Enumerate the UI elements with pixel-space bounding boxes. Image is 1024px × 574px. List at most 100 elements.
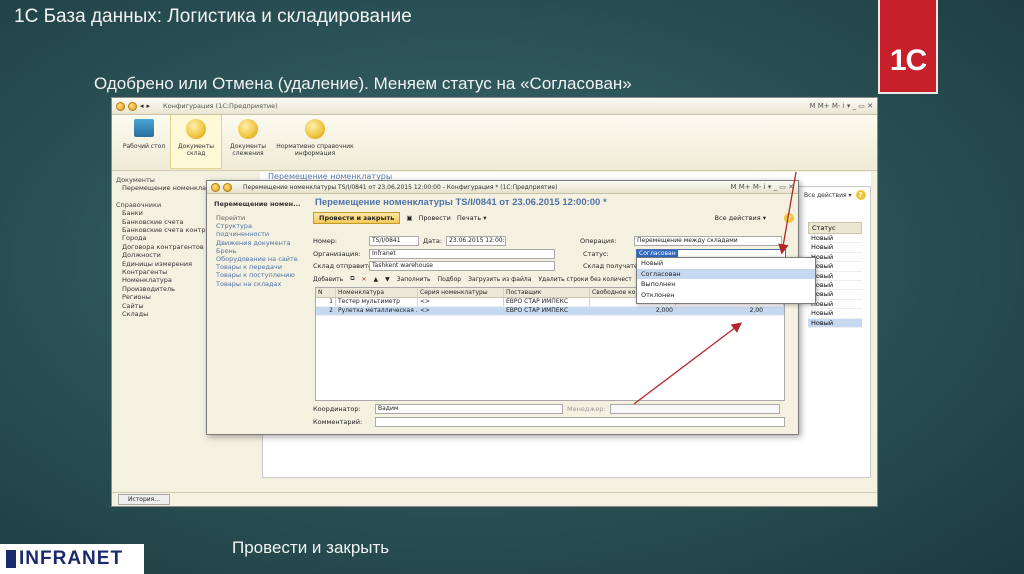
app-title: Конфигурация (1С:Предприятие)	[163, 102, 278, 110]
slide-subtitle: Одобрено или Отмена (удаление). Меняем с…	[94, 74, 632, 93]
status-label: Статус:	[583, 250, 609, 258]
menu-icon[interactable]	[223, 182, 232, 192]
slide-title: 1С База данных: Логистика и складировани…	[14, 6, 412, 27]
col-supplier[interactable]: Поставщик	[504, 288, 590, 297]
help-icon[interactable]: ?	[784, 213, 794, 223]
menu-icon[interactable]	[128, 101, 137, 111]
goto-link[interactable]: Движения документа	[211, 239, 303, 247]
post-and-close-button[interactable]: Провести и закрыть	[313, 212, 401, 224]
list-actions: Все действия ▾ ?	[804, 190, 866, 200]
goto-link[interactable]: Оборудование на сайте	[211, 255, 303, 263]
goto-link[interactable]: Бронь	[211, 247, 303, 255]
sender-warehouse-label: Склад отправитель:	[313, 262, 383, 270]
section-ball-icon	[238, 119, 258, 139]
operation-label: Операция:	[580, 237, 617, 245]
goto-link[interactable]: Товары на складах	[211, 280, 303, 288]
status-cell: Новый	[808, 309, 862, 319]
number-field[interactable]: TS/I/0841	[369, 236, 419, 246]
status-cell: Новый	[808, 234, 862, 244]
infranet-logo-text: INFRANET	[19, 548, 124, 569]
fill-button[interactable]: Заполнить	[397, 276, 431, 283]
document-nav-header: Перемещение номен...	[214, 200, 301, 208]
document-form: Перемещение номенклатуры TS/I/0841 от 23…	[307, 195, 794, 430]
status-dropdown[interactable]: Новый Согласован Выполнен Отклонен	[636, 257, 816, 304]
section-ball-icon	[305, 119, 325, 139]
status-option[interactable]: Выполнен	[637, 279, 815, 290]
forward-icon[interactable]: ▸	[147, 102, 151, 110]
help-icon[interactable]: ?	[855, 190, 866, 200]
sender-warehouse-field[interactable]: Tashkent warehouse	[369, 261, 555, 271]
history-button[interactable]: История...	[118, 494, 170, 505]
app-logo-icon[interactable]	[116, 101, 125, 111]
section-ball-icon	[186, 119, 206, 139]
manager-field[interactable]	[609, 404, 780, 414]
date-label: Дата:	[423, 237, 443, 245]
all-actions-menu[interactable]: Все действия ▾	[804, 192, 852, 199]
move-up-icon[interactable]: ▲	[374, 276, 379, 283]
print-button[interactable]: Печать ▾	[457, 214, 487, 222]
delete-empty-rows-button[interactable]: Удалить строки без количест	[538, 276, 631, 283]
status-cell: Новый	[808, 281, 862, 291]
status-column: Статус Новый Новый Новый Новый Новый Нов…	[808, 222, 862, 328]
sections-toolbar: Рабочий стол Документы склад Документы с…	[112, 115, 877, 171]
warehouse-row: Склад отправитель: Tashkent warehouse Ск…	[313, 260, 648, 272]
coordinator-field[interactable]: Вадим	[375, 404, 563, 414]
infranet-logo: INFRANET	[0, 544, 144, 574]
number-label: Номер:	[313, 237, 338, 245]
section-tracking-docs[interactable]: Документы слежения	[222, 115, 274, 169]
infranet-mark-icon	[6, 550, 16, 568]
status-option-selected[interactable]: Согласован	[637, 268, 815, 279]
status-cell: Новый	[808, 318, 862, 328]
document-titlebar: Перемещение номенклатуры TS/I/0841 от 23…	[207, 181, 798, 194]
items-grid[interactable]: N Номенклатура Серия номенклатуры Постав…	[315, 287, 785, 401]
col-series[interactable]: Серия номенклатуры	[418, 288, 504, 297]
back-icon[interactable]: ◂	[140, 102, 144, 110]
coordinator-row: Координатор: Вадим Менеджер:	[313, 403, 780, 415]
status-cell: Новый	[808, 253, 862, 263]
status-option[interactable]: Отклонен	[637, 290, 815, 301]
desktop-icon	[134, 119, 154, 137]
date-field[interactable]: 23.06.2015 12:00:00	[446, 236, 507, 246]
selection-button[interactable]: Подбор	[438, 276, 462, 283]
delete-icon[interactable]: ✕	[362, 276, 367, 283]
section-warehouse-docs[interactable]: Документы склад	[170, 115, 222, 169]
status-column-header[interactable]: Статус	[808, 222, 862, 234]
document-nav-panel: Перемещение номен... Перейти Структура п…	[211, 197, 303, 288]
goto-link[interactable]: Товары к передачи	[211, 263, 303, 271]
organization-label: Организация:	[313, 250, 361, 258]
number-row: Номер: TS/I/0841 Дата: 23.06.2015 12:00:…	[313, 235, 783, 247]
app-logo-icon[interactable]	[211, 182, 220, 192]
organization-field[interactable]: Infranet	[369, 249, 555, 259]
goto-link[interactable]: Товары к поступлению	[211, 271, 303, 279]
col-n[interactable]: N	[316, 288, 336, 297]
operation-field[interactable]: Перемещение между складами	[634, 236, 783, 246]
status-cell: Новый	[808, 300, 862, 310]
load-from-file-button[interactable]: Загрузить из файла	[468, 276, 531, 283]
table-row[interactable]: 2 Рулетка металлическая ... <> ЕВРО СТАР…	[316, 307, 784, 316]
comment-field[interactable]	[375, 417, 785, 427]
window-controls[interactable]: M M+ M- i ▾ _ ▭ ✕	[730, 183, 794, 191]
slide-footer: Провести и закрыть	[232, 538, 390, 557]
document-window-title: Перемещение номенклатуры TS/I/0841 от 23…	[243, 183, 558, 191]
post-button[interactable]: Провести	[418, 214, 450, 222]
status-option[interactable]: Новый	[637, 258, 815, 269]
section-desktop[interactable]: Рабочий стол	[118, 115, 170, 169]
add-row-button[interactable]: Добавить	[313, 276, 343, 283]
document-heading: Перемещение номенклатуры TS/I/0841 от 23…	[315, 197, 607, 208]
coordinator-label: Координатор:	[313, 405, 361, 413]
all-actions-menu[interactable]: Все действия ▾	[715, 214, 766, 222]
org-row: Организация: Infranet Статус:	[313, 248, 633, 260]
copy-icon[interactable]: ⧉	[350, 275, 354, 283]
document-toolbar: Провести и закрыть ▣ Провести Печать ▾ В…	[307, 211, 794, 225]
save-icon[interactable]: ▣	[406, 214, 412, 222]
window-controls[interactable]: M M+ M- i ▾ _ ▭ ✕	[809, 102, 873, 110]
manager-label: Менеджер:	[567, 405, 606, 413]
status-value: Согласован	[637, 250, 678, 257]
goto-link[interactable]: Структура подчиненности	[211, 222, 303, 238]
move-down-icon[interactable]: ▼	[385, 276, 390, 283]
col-item[interactable]: Номенклатура	[336, 288, 418, 297]
logo-1c: 1С	[878, 0, 938, 94]
section-reference-info[interactable]: Нормативно справочник информация	[274, 115, 356, 169]
status-cell: Новый	[808, 290, 862, 300]
comment-label: Комментарий:	[313, 418, 363, 426]
